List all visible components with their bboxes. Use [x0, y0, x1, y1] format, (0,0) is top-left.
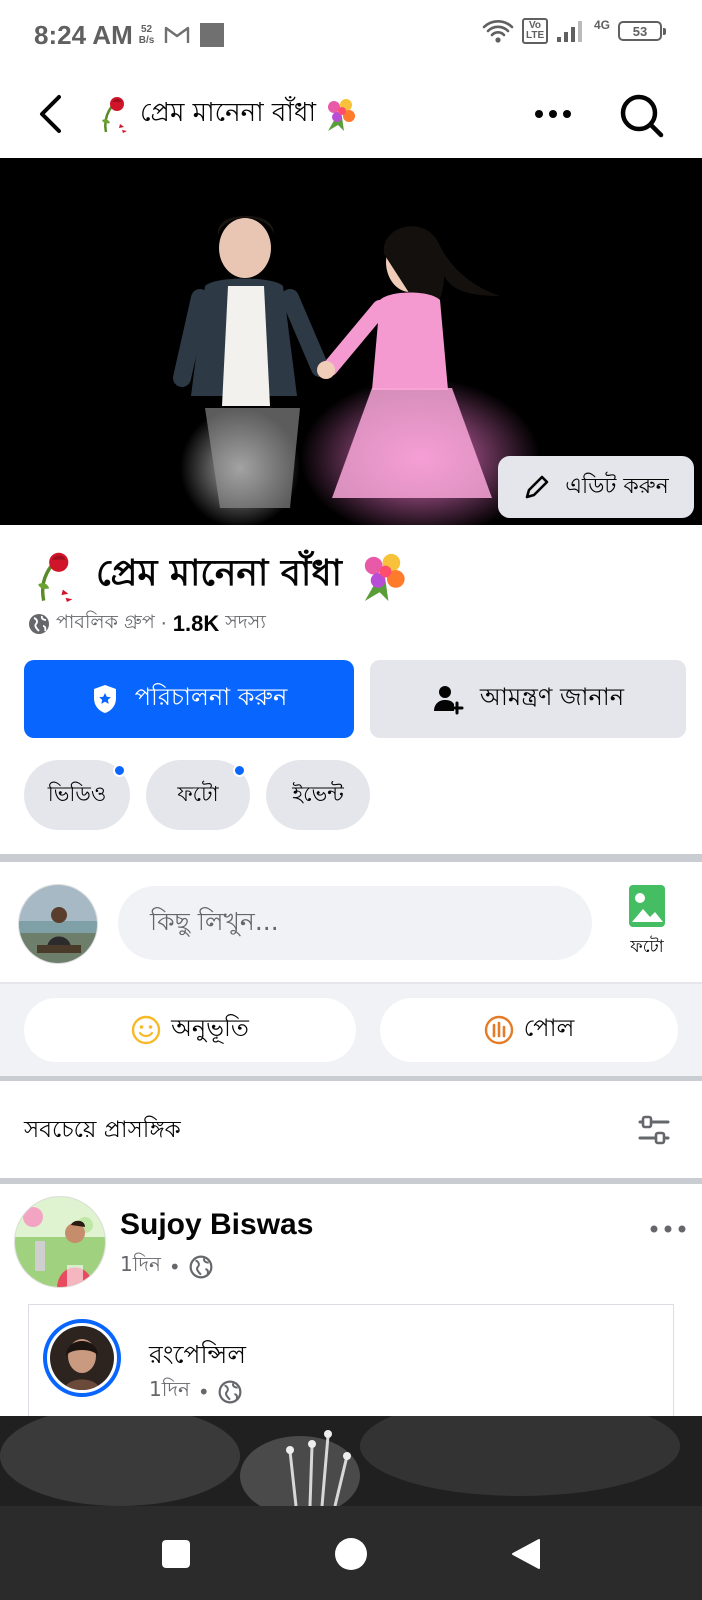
author-avatar-photo [15, 1197, 105, 1287]
group-privacy: পাবলিক গ্রুপ [56, 611, 155, 633]
composer-input[interactable]: কিছু লিখুন... [118, 886, 592, 960]
bouquet-icon [328, 99, 356, 131]
wilted-rose-icon [102, 97, 127, 133]
shield-star-icon [93, 685, 116, 713]
back-nav-button[interactable] [500, 1528, 552, 1580]
composer-placeholder: কিছু লিখুন... [150, 906, 279, 936]
shared-post-time[interactable]: 1দিন [149, 1375, 190, 1408]
member-label[interactable]: সদস্য [225, 608, 266, 640]
chip-videos[interactable]: ভিডিও [24, 760, 130, 830]
group-header: প্রেম মানেনা বাঁধা [0, 70, 702, 158]
more-options-button[interactable] [528, 94, 578, 134]
post-author-name[interactable]: Sujoy Biswas [120, 1208, 313, 1242]
group-name: প্রেম মানেনা বাঁধা [30, 544, 412, 608]
wilted-rose-icon [38, 552, 73, 602]
meta-dot: • [168, 1254, 181, 1279]
post-author-avatar[interactable] [14, 1196, 106, 1288]
search-button[interactable] [616, 90, 668, 142]
manage-label: পরিচালনা করুন [134, 683, 288, 711]
new-indicator-dot [233, 764, 246, 777]
section-divider [0, 1178, 702, 1184]
more-horizontal-icon [650, 1225, 686, 1233]
filter-sliders-icon[interactable] [636, 1112, 672, 1148]
battery-indicator: 53 [618, 21, 666, 41]
gmail-icon [165, 26, 190, 43]
recent-apps-button[interactable] [150, 1528, 202, 1580]
composer-actions: অনুভূতি পোল [0, 984, 702, 1076]
composer-avatar[interactable] [18, 884, 98, 964]
globe-icon [189, 1255, 213, 1278]
bouquet-icon [364, 553, 405, 602]
shared-author-avatar[interactable] [43, 1319, 121, 1397]
system-navigation-bar [0, 1506, 702, 1600]
feeling-label: অনুভূতি [171, 1014, 249, 1042]
status-bar: 8:24 AM 52 B/s Vo LTE 4G 53 [0, 0, 702, 70]
square-icon [162, 1540, 190, 1568]
shared-author-name[interactable]: রংপেন্সিল [149, 1335, 246, 1378]
status-time: 8:24 AM [34, 19, 133, 50]
poll-label: পোল [523, 1014, 575, 1042]
notification-square-icon [200, 23, 225, 47]
header-title: প্রেম মানেনা বাঁধা [96, 90, 360, 138]
triangle-back-icon [512, 1539, 540, 1569]
invite-label: আমন্ত্রণ জানান [479, 683, 625, 711]
network-type: 4G [593, 18, 610, 32]
post-photo [0, 1416, 702, 1506]
search-icon [620, 94, 664, 138]
group-cover-photo[interactable]: এডিট করুন [0, 158, 702, 525]
post-time[interactable]: 1দিন [120, 1250, 161, 1283]
shared-post-card[interactable]: রংপেন্সিল 1দিন • [28, 1304, 674, 1416]
edit-cover-label: এডিট করুন [565, 473, 669, 499]
shared-post-meta: 1দিন • [149, 1375, 242, 1408]
signal-icon [556, 21, 582, 42]
speed-value: 52 [140, 24, 153, 35]
chip-events[interactable]: ইভেন্ট [266, 760, 370, 830]
chip-events-label: ইভেন্ট [292, 781, 344, 806]
back-button[interactable] [30, 90, 70, 138]
smiley-icon [131, 1015, 161, 1045]
sort-label: সবচেয়ে প্রাসঙ্গিক [24, 1116, 181, 1143]
add-person-icon [433, 686, 464, 715]
group-meta: পাবলিক গ্রুপ · 1.8K সদস্য [28, 608, 266, 640]
photo-icon [629, 885, 665, 927]
chip-photos-label: ফটো [177, 781, 219, 806]
member-count[interactable]: 1.8K [173, 611, 219, 637]
chip-photos[interactable]: ফটো [146, 760, 250, 830]
post-more-button[interactable] [646, 1214, 690, 1244]
feed-sort-row[interactable]: সবচেয়ে প্রাসঙ্গিক [0, 1082, 702, 1178]
speed-unit: B/s [138, 35, 155, 46]
feeling-button[interactable]: অনুভূতি [24, 998, 356, 1062]
new-indicator-dot [113, 764, 126, 777]
globe-icon [29, 614, 49, 634]
manage-button[interactable]: পরিচালনা করুন [24, 660, 354, 738]
group-name-text: প্রেম মানেনা বাঁধা [96, 553, 342, 594]
back-arrow-icon [40, 95, 61, 133]
network-speed: 52 B/s [139, 24, 155, 46]
meta-dot: • [197, 1379, 210, 1404]
pencil-icon [525, 475, 549, 499]
post-meta: 1দিন • [120, 1250, 213, 1283]
shared-avatar-photo [50, 1326, 114, 1390]
circle-icon [335, 1538, 367, 1570]
chip-videos-label: ভিডিও [47, 781, 107, 806]
poll-button[interactable]: পোল [380, 998, 678, 1062]
invite-button[interactable]: আমন্ত্রণ জানান [370, 660, 686, 738]
add-photo-button[interactable]: ফটো [614, 884, 680, 974]
poll-icon [484, 1015, 513, 1045]
section-divider [0, 1076, 702, 1081]
user-avatar-photo [19, 885, 97, 963]
edit-cover-button[interactable]: এডিট করুন [498, 456, 694, 518]
more-horizontal-icon [535, 110, 571, 118]
globe-icon [218, 1380, 242, 1403]
section-divider [0, 854, 702, 862]
home-button[interactable] [325, 1528, 377, 1580]
volte-icon: Vo LTE [521, 18, 548, 44]
photo-label: ফটো [630, 937, 664, 957]
header-title-text: প্রেম মানেনা বাঁধা [140, 98, 317, 128]
wifi-icon [482, 20, 514, 43]
post-image[interactable] [0, 1416, 702, 1506]
meta-separator: · [160, 613, 167, 635]
